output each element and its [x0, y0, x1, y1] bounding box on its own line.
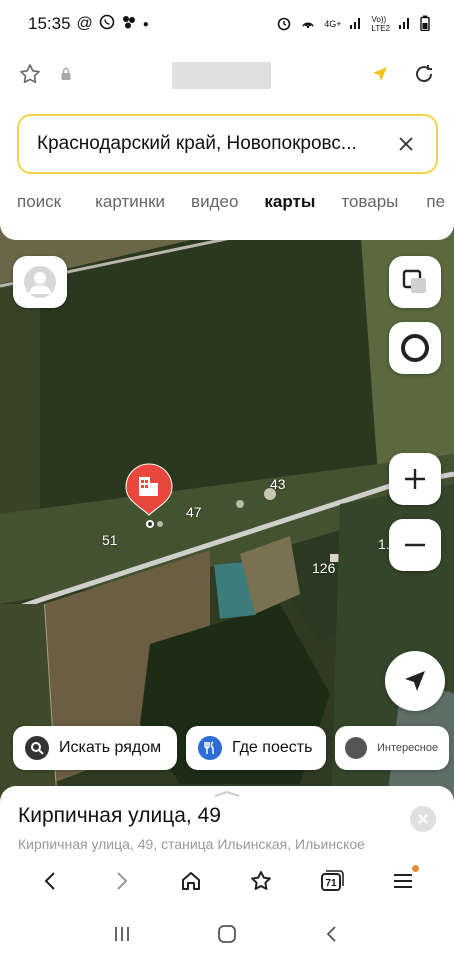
- search-query: Краснодарский край, Новопокровс...: [37, 133, 357, 154]
- tabs-count: 71: [325, 877, 337, 889]
- notification-dot: [412, 865, 419, 872]
- recent-apps-icon[interactable]: [112, 924, 132, 944]
- alarm-icon: [276, 15, 292, 34]
- home-icon[interactable]: [179, 869, 203, 893]
- forward-icon[interactable]: [109, 869, 133, 893]
- carrier-top: Vo)): [371, 15, 387, 24]
- where-to-eat-label: Где поесть: [232, 739, 313, 756]
- back-icon[interactable]: [39, 869, 63, 893]
- house-number-47: 47: [186, 504, 202, 520]
- close-card-icon[interactable]: [410, 806, 436, 832]
- zoom-out-button[interactable]: [389, 519, 441, 571]
- tabs-panel-edge: [0, 224, 454, 240]
- nodes-icon: [121, 14, 137, 35]
- minus-icon: [405, 543, 425, 547]
- status-bar: 15:35 @ ● 4G+ Vo)) LTE2: [0, 0, 454, 48]
- carrier-label: Vo)) LTE2: [371, 15, 390, 33]
- plus-icon: [405, 469, 425, 489]
- profile-avatar-button[interactable]: [13, 256, 67, 308]
- avatar-icon: [24, 266, 56, 298]
- where-to-eat-chip[interactable]: Где поесть: [186, 726, 326, 770]
- menu-icon[interactable]: [391, 865, 419, 893]
- layers-icon: [402, 269, 426, 293]
- system-home-icon[interactable]: [216, 923, 238, 945]
- signal-icon-2: [398, 16, 412, 33]
- battery-icon: [420, 15, 430, 34]
- location-pin[interactable]: [124, 462, 174, 528]
- place-address: Кирпичная улица, 49, станица Ильинская, …: [18, 836, 365, 852]
- network-type: 4G+: [324, 19, 342, 29]
- reload-icon[interactable]: [412, 62, 436, 86]
- place-title: Кирпичная улица, 49: [18, 804, 221, 827]
- url-field[interactable]: [172, 62, 271, 89]
- bookmarks-star-icon[interactable]: [249, 869, 273, 893]
- bookmark-star-icon[interactable]: [18, 62, 42, 86]
- fork-knife-icon: [198, 736, 222, 760]
- zoom-in-button[interactable]: [389, 453, 441, 505]
- clear-search-icon[interactable]: [394, 132, 418, 156]
- browser-toolbar: [0, 48, 454, 100]
- lock-icon: [60, 67, 72, 81]
- house-number-51: 51: [102, 532, 118, 548]
- search-nearby-label: Искать рядом: [59, 739, 162, 756]
- search-icon: [25, 736, 49, 760]
- interesting-chip[interactable]: Интересное: [335, 726, 449, 770]
- search-input[interactable]: Краснодарский край, Новопокровс...: [17, 114, 438, 174]
- assistant-button[interactable]: [389, 322, 441, 374]
- house-number-43: 43: [270, 476, 286, 492]
- system-nav-bar: [0, 907, 454, 960]
- search-nearby-chip[interactable]: Искать рядом: [13, 726, 177, 770]
- signal-icon-1: [349, 16, 363, 33]
- dot-icon: ●: [142, 18, 149, 30]
- assistant-ring-icon: [401, 334, 429, 362]
- at-icon: @: [76, 15, 93, 32]
- location-arrow-icon[interactable]: [370, 64, 390, 84]
- status-time: 15:35: [28, 14, 71, 33]
- system-back-icon[interactable]: [322, 924, 342, 944]
- interesting-label: Интересное: [377, 742, 439, 754]
- whatsapp-icon: [99, 14, 115, 35]
- interesting-icon: [345, 737, 367, 759]
- house-number-126: 126: [312, 560, 336, 576]
- carrier-bottom: LTE2: [371, 24, 390, 33]
- navigation-arrow-icon: [405, 671, 425, 691]
- drag-handle-icon[interactable]: [213, 790, 241, 798]
- layers-button[interactable]: [389, 256, 441, 308]
- hotspot-icon: [300, 15, 316, 34]
- my-location-button[interactable]: [385, 651, 445, 711]
- tabs-counter-button[interactable]: 71: [319, 869, 345, 893]
- browser-bottom-nav: 71: [0, 855, 454, 907]
- place-card[interactable]: Кирпичная улица, 49 Кирпичная улица, 49,…: [0, 786, 454, 858]
